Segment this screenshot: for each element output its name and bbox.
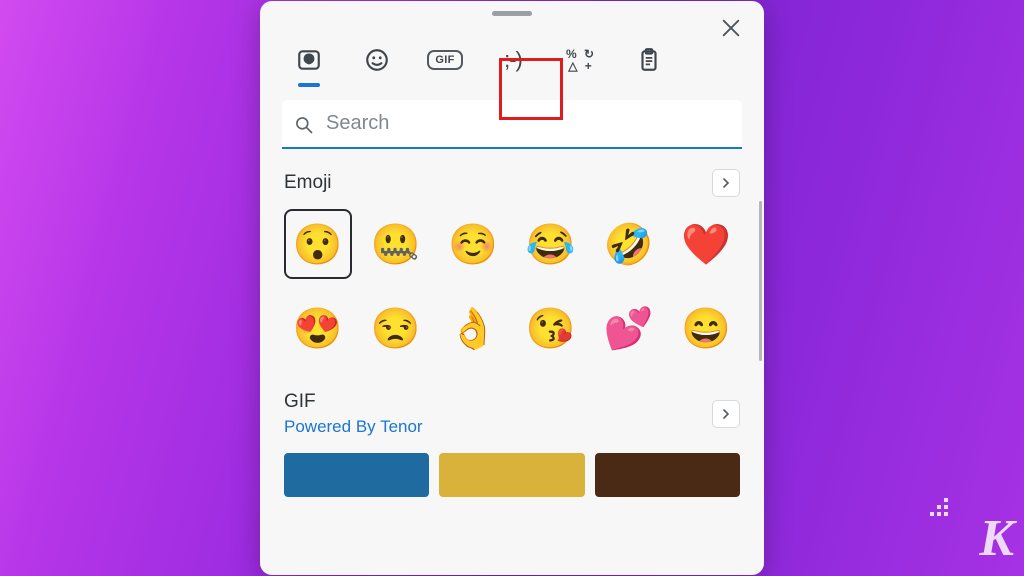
search-icon xyxy=(294,115,314,135)
search-row xyxy=(282,100,742,149)
emoji-item[interactable]: 👌 xyxy=(439,293,507,363)
tab-gif[interactable]: GIF xyxy=(426,40,464,80)
emoji-item[interactable]: 😍 xyxy=(284,293,352,363)
tab-kaomoji[interactable]: ;-) xyxy=(494,40,532,80)
gif-section-title: GIF xyxy=(284,391,423,413)
gif-subtitle[interactable]: Powered By Tenor xyxy=(284,417,423,437)
chevron-right-icon xyxy=(721,178,731,188)
gif-icon: GIF xyxy=(427,50,462,70)
emoji-item[interactable]: ☺️ xyxy=(439,209,507,279)
tab-recent[interactable] xyxy=(290,40,328,80)
emoji-grid: 😯 🤐 ☺️ 😂 🤣 ❤️ 😍 😒 👌 😘 💕 😄 xyxy=(284,209,740,363)
tab-emoji[interactable] xyxy=(358,40,396,80)
gif-thumbnail[interactable] xyxy=(284,453,429,497)
tab-symbols[interactable]: % ↻ △ + xyxy=(562,40,600,80)
emoji-item[interactable]: 😒 xyxy=(362,293,430,363)
recent-icon xyxy=(296,47,322,73)
search-input[interactable] xyxy=(282,100,742,149)
emoji-expand-button[interactable] xyxy=(712,169,740,197)
gif-row xyxy=(284,453,740,497)
emoji-section: Emoji 😯 🤐 ☺️ 😂 🤣 ❤️ 😍 😒 👌 😘 💕 😄 xyxy=(260,149,764,363)
symbols-icon: % ↻ △ + xyxy=(566,48,596,72)
tab-clipboard[interactable] xyxy=(630,40,668,80)
close-icon xyxy=(720,17,742,39)
emoji-item[interactable]: 🤣 xyxy=(595,209,663,279)
emoji-picker-window: GIF ;-) % ↻ △ + Emoji xyxy=(260,1,764,575)
emoji-item[interactable]: 😄 xyxy=(672,293,740,363)
kaomoji-icon: ;-) xyxy=(504,47,522,73)
watermark-dots xyxy=(930,498,952,520)
smiley-icon xyxy=(364,47,390,73)
gif-thumbnail[interactable] xyxy=(439,453,584,497)
scrollbar[interactable] xyxy=(759,201,762,361)
close-button[interactable] xyxy=(720,17,742,39)
emoji-item[interactable]: ❤️ xyxy=(672,209,740,279)
emoji-item[interactable]: 💕 xyxy=(595,293,663,363)
gif-expand-button[interactable] xyxy=(712,400,740,428)
category-tabs: GIF ;-) % ↻ △ + xyxy=(260,16,764,84)
emoji-item[interactable]: 😯 xyxy=(284,209,352,279)
emoji-item[interactable]: 😘 xyxy=(517,293,585,363)
watermark: K xyxy=(979,509,1014,568)
emoji-item[interactable]: 🤐 xyxy=(362,209,430,279)
emoji-item[interactable]: 😂 xyxy=(517,209,585,279)
chevron-right-icon xyxy=(721,409,731,419)
gif-section: GIF Powered By Tenor xyxy=(260,363,764,497)
gif-thumbnail[interactable] xyxy=(595,453,740,497)
emoji-section-title: Emoji xyxy=(284,172,332,194)
clipboard-icon xyxy=(636,47,662,73)
